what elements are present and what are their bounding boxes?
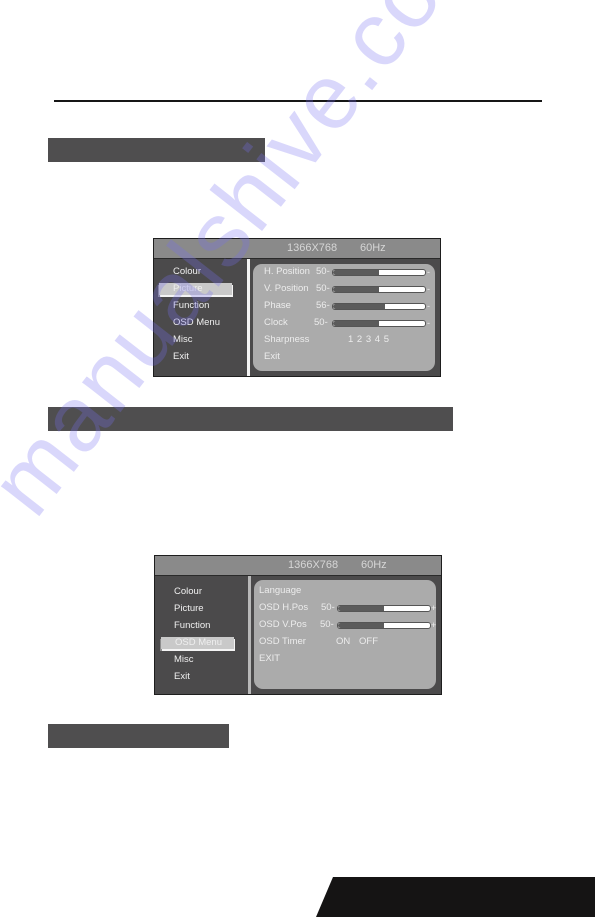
slider-fill — [333, 304, 385, 309]
menu-item-misc[interactable]: Misc — [173, 334, 193, 346]
osd-timer-off[interactable]: OFF — [359, 636, 378, 648]
section-header-bar-picture — [48, 138, 265, 162]
menu-item-colour[interactable]: Colour — [173, 266, 201, 278]
phase-slider[interactable] — [332, 303, 426, 310]
submenu-exit[interactable]: EXIT — [259, 653, 280, 665]
osd-h-pos-row[interactable]: OSD H.Pos 50- + — [259, 602, 436, 614]
menu-item-exit[interactable]: Exit — [174, 671, 190, 683]
osd-main-menu: Colour Picture Function OSD Menu Misc Ex… — [154, 259, 246, 376]
language-row[interactable]: Language — [259, 585, 301, 597]
menu-item-function[interactable]: Function — [174, 620, 210, 632]
osd-h-pos-label: OSD H.Pos — [259, 602, 309, 613]
osd-v-pos-value: 50- — [320, 619, 334, 630]
osd-main-menu: Colour Picture Function OSD Menu Misc Ex… — [155, 576, 247, 694]
phase-value: 56- — [316, 300, 330, 311]
v-position-row[interactable]: V. Position 50- - — [264, 283, 430, 295]
clock-row[interactable]: Clock 50- - — [264, 317, 430, 329]
menu-item-colour[interactable]: Colour — [174, 586, 202, 598]
horizontal-rule — [54, 100, 542, 102]
osd-h-pos-value: 50- — [321, 602, 335, 613]
phase-row[interactable]: Phase 56- - — [264, 300, 430, 312]
menu-divider — [248, 576, 251, 694]
osd-timer-row: OSD Timer ON OFF — [259, 636, 378, 648]
section-header-bar-osd — [48, 407, 453, 431]
h-position-row[interactable]: H. Position 50- - — [264, 266, 430, 278]
clock-label: Clock — [264, 317, 288, 328]
refresh-rate-label: 60Hz — [360, 242, 386, 254]
osd-timer-on[interactable]: ON — [336, 636, 350, 648]
osd-h-pos-slider[interactable] — [337, 605, 431, 612]
v-position-slider[interactable] — [332, 286, 426, 293]
sharpness-row[interactable]: Sharpness 1 2 3 4 5 — [264, 334, 389, 346]
menu-item-picture[interactable]: Picture — [174, 603, 204, 615]
v-position-value: 50- — [316, 283, 330, 294]
phase-label: Phase — [264, 300, 291, 311]
menu-item-osd-menu[interactable]: OSD Menu — [161, 637, 234, 649]
sharpness-label: Sharpness — [264, 334, 310, 345]
osd-picture-screen: 1366X768 60Hz Colour Picture Function OS… — [153, 238, 441, 377]
h-position-label: H. Position — [264, 266, 310, 277]
osd-submenu-panel: H. Position 50- - V. Position 50- - Phas… — [253, 264, 435, 371]
osd-header: 1366X768 60Hz — [154, 239, 440, 259]
resolution-label: 1366X768 — [288, 559, 339, 571]
refresh-rate-label: 60Hz — [361, 559, 387, 571]
slider-plus-icon: + — [431, 603, 437, 613]
slider-minus-icon: - — [427, 284, 430, 294]
osd-menu-screen: 1366X768 60Hz Colour Picture Function OS… — [154, 555, 442, 695]
osd-header: 1366X768 60Hz — [155, 556, 441, 576]
v-position-label: V. Position — [264, 283, 309, 294]
slider-fill — [338, 623, 384, 628]
menu-item-osd-menu[interactable]: OSD Menu — [173, 317, 220, 329]
menu-divider — [247, 259, 250, 376]
slider-minus-icon: - — [427, 318, 430, 328]
osd-v-pos-row[interactable]: OSD V.Pos 50- + — [259, 619, 436, 631]
clock-value: 50- — [314, 317, 328, 328]
clock-slider[interactable] — [332, 320, 426, 327]
submenu-exit[interactable]: Exit — [264, 351, 280, 363]
slider-fill — [333, 270, 379, 275]
slider-fill — [338, 606, 384, 611]
sharpness-options[interactable]: 1 2 3 4 5 — [348, 334, 389, 346]
osd-submenu-panel: Language OSD H.Pos 50- + OSD V.Pos 50- +… — [254, 580, 436, 689]
osd-v-pos-label: OSD V.Pos — [259, 619, 307, 630]
osd-v-pos-slider[interactable] — [337, 622, 431, 629]
resolution-label: 1366X768 — [287, 242, 338, 254]
section-header-bar-misc — [48, 724, 229, 748]
slider-plus-icon: + — [431, 620, 437, 630]
slider-minus-icon: - — [427, 301, 430, 311]
osd-timer-label: OSD Timer — [259, 636, 306, 647]
slider-minus-icon: - — [427, 267, 430, 277]
menu-item-misc[interactable]: Misc — [174, 654, 194, 666]
page-corner-tab — [316, 877, 595, 917]
menu-item-exit[interactable]: Exit — [173, 351, 189, 363]
slider-fill — [333, 321, 379, 326]
h-position-value: 50- — [316, 266, 330, 277]
slider-fill — [333, 287, 379, 292]
menu-item-picture[interactable]: Picture — [159, 283, 232, 295]
menu-item-function[interactable]: Function — [173, 300, 209, 312]
h-position-slider[interactable] — [332, 269, 426, 276]
